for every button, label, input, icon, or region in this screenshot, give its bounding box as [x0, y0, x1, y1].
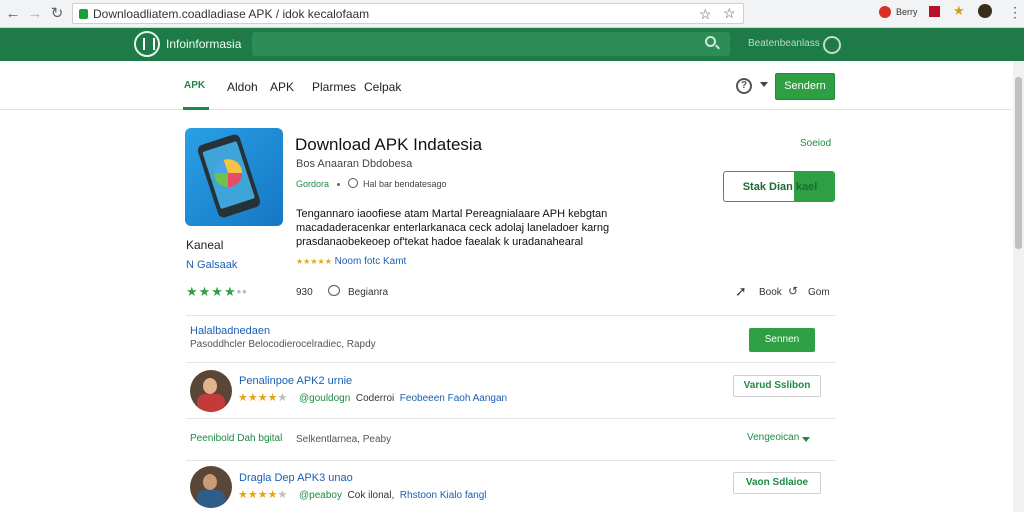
app-rating-line[interactable]: ★★★★★ Noom fotc Kamt	[296, 256, 406, 267]
list-item-button[interactable]: Varud Sslibon	[733, 375, 821, 397]
share-label[interactable]: Book	[759, 287, 782, 298]
app-rating-stars: ★★★★••	[186, 284, 248, 299]
more-icon[interactable]: ↺	[788, 284, 798, 298]
tab-apk[interactable]: APK	[184, 80, 205, 91]
app-side-name: Kaneal	[186, 238, 224, 252]
lock-icon	[79, 9, 88, 19]
chevron-down-icon[interactable]	[802, 437, 810, 442]
app-title: Download APK Indatesia	[295, 135, 483, 154]
tab-aldoh[interactable]: Aldoh	[227, 80, 258, 94]
app-description-line: Tengannaro iaoofiese atam Martal Pereagn…	[296, 208, 608, 220]
phone-icon	[196, 133, 262, 219]
category-nav: APK Aldoh APK Plarmes Celpak ? Sendern	[0, 61, 1012, 110]
comments-label[interactable]: Begianra	[348, 287, 388, 298]
forward-icon[interactable]: →	[26, 5, 44, 23]
list-item-title[interactable]: Dragla Dep APK3 unao	[239, 472, 353, 484]
card-link[interactable]: Soeiod	[800, 138, 831, 149]
scrollbar[interactable]	[1013, 61, 1024, 512]
divider	[186, 315, 836, 316]
section2-dropdown[interactable]: Vengeoican	[747, 432, 799, 443]
browser-toolbar: ← → ↻ Downloadliatem.coadladiase APK / i…	[0, 0, 1024, 28]
divider	[186, 418, 836, 419]
list-item-stars: ★★★★★	[238, 489, 288, 501]
section-title: Halalbadnedaen	[190, 325, 271, 337]
star-icon[interactable]: ☆	[723, 5, 736, 22]
app-side-developer[interactable]: N Galsaak	[186, 259, 237, 271]
app-description-line: prasdanaobekeoep of'tekat hadoe faealak …	[296, 236, 584, 248]
extension-label: Berry	[896, 7, 918, 17]
flag-icon[interactable]	[929, 6, 940, 17]
app-meta-info: Hal bar bendatesago	[363, 179, 447, 189]
separator-dot	[337, 183, 340, 186]
install-button[interactable]: Stak Dian kael	[723, 171, 835, 202]
menu-icon[interactable]: ⋮	[1008, 4, 1022, 20]
install-button-label: Stak Dian kael	[742, 181, 818, 193]
back-icon[interactable]: ←	[4, 5, 22, 23]
comment-icon[interactable]	[328, 285, 340, 296]
sign-in-button[interactable]: Sendern	[775, 73, 835, 100]
list-item-stars: ★★★★★	[238, 392, 288, 404]
divider	[186, 460, 836, 461]
search-input[interactable]	[252, 32, 730, 56]
more-label[interactable]: Gom	[808, 287, 830, 298]
avatar[interactable]	[190, 466, 232, 508]
section-button[interactable]: Sennen	[749, 328, 815, 352]
share-icon[interactable]: ➚	[735, 283, 747, 300]
list-item-button[interactable]: Vaon Sdlaioe	[733, 472, 821, 494]
bookmark-star-icon[interactable]: ☆	[699, 6, 712, 23]
url-text: Downloadliatem.coadladiase APK / idok ke…	[93, 7, 370, 21]
search-icon[interactable]	[705, 36, 716, 47]
divider	[186, 362, 836, 363]
list-item-meta: @peaboy Cok ilonal, Rhstoon Kialo fangl	[299, 490, 487, 501]
active-tab-indicator	[183, 107, 209, 110]
extension-red-icon[interactable]	[879, 6, 891, 18]
logo-icon[interactable]	[134, 31, 160, 57]
avatar[interactable]	[190, 370, 232, 412]
tab-plarmes[interactable]: Plarmes	[312, 80, 356, 94]
scroll-thumb[interactable]	[1015, 77, 1022, 249]
tab-celpak[interactable]: Celpak	[364, 80, 401, 94]
section-subtitle: Pasoddhcler Belocodierocelradiec, Rapdy	[190, 339, 376, 350]
profile-avatar[interactable]	[978, 4, 992, 18]
chevron-down-icon[interactable]	[760, 82, 768, 87]
review-count: 930	[296, 287, 313, 298]
app-icon[interactable]	[185, 128, 283, 226]
list-item-title[interactable]: Penalinpoe APK2 urnie	[239, 375, 352, 387]
app-developer-link[interactable]: Gordora	[296, 179, 329, 189]
section2-subtitle: Selkentlarnea, Peaby	[296, 434, 392, 445]
tab-apk-2[interactable]: APK	[270, 80, 294, 94]
help-icon[interactable]: ?	[736, 78, 752, 94]
info-icon	[348, 178, 358, 188]
app-description-line: macadaderacenkar enterlarkanaca ceck ado…	[296, 222, 610, 234]
list-item-meta: @gouldogn Coderroi Feobeeen Faoh Aangan	[299, 393, 508, 404]
address-bar[interactable]: Downloadliatem.coadladiase APK / idok ke…	[72, 3, 744, 24]
reload-icon[interactable]: ↻	[48, 5, 66, 23]
section2-title: Peenibold Dah bgital	[190, 433, 283, 444]
rating-stars-icon: ★★★★★	[296, 257, 332, 266]
site-name[interactable]: Infoinformasia	[166, 37, 241, 51]
extension-star-icon[interactable]: ★	[953, 4, 965, 17]
header-link[interactable]: Beatenbeanlass	[748, 38, 820, 49]
app-subtitle: Bos Anaaran Dbdobesa	[296, 158, 413, 170]
site-header: Infoinformasia Beatenbeanlass	[0, 28, 1024, 61]
toggle-icon[interactable]	[823, 36, 841, 54]
